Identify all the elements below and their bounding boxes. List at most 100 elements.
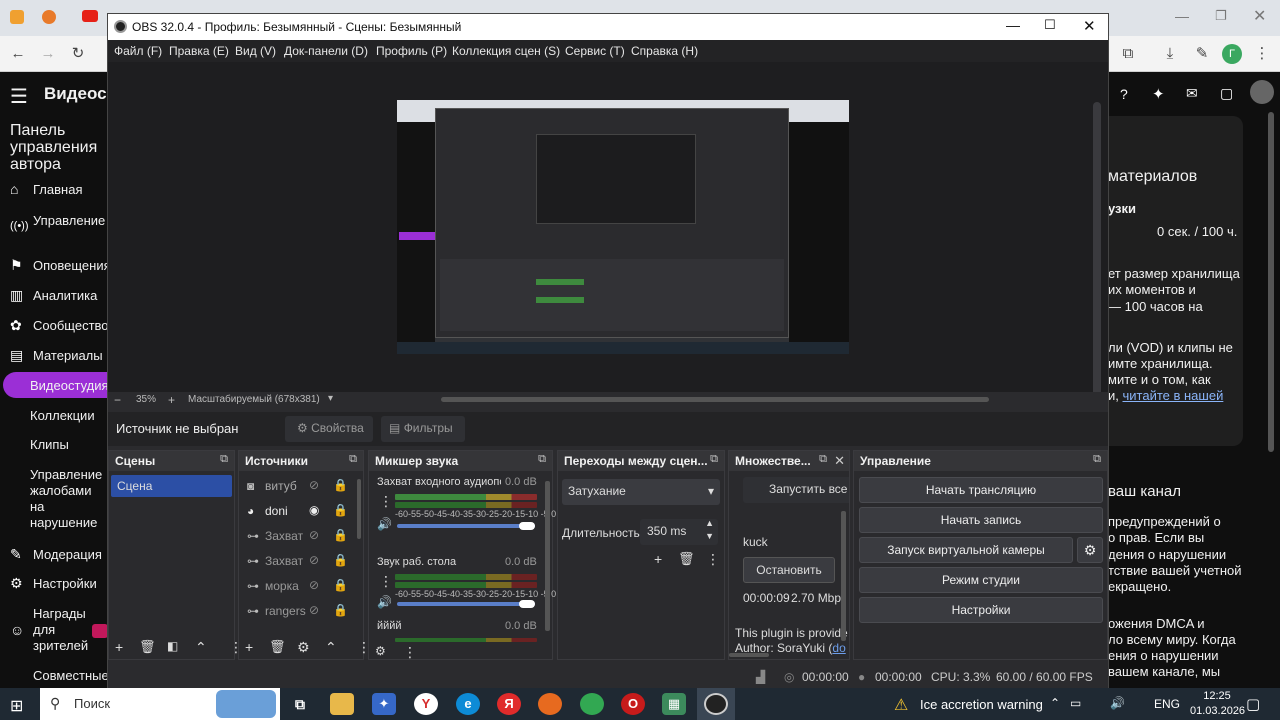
comment-icon[interactable]: ▢ [1220,85,1233,102]
add-icon[interactable]: + [245,639,253,655]
firefox-icon[interactable] [538,693,562,715]
undock-icon[interactable]: ⧉ [1093,453,1101,466]
yandex-icon[interactable]: Я [497,693,521,715]
start-all-button[interactable]: Запустить все [743,477,849,503]
volume-icon[interactable]: 🔊 [1110,696,1125,710]
lock-icon[interactable]: 🔒 [333,603,348,617]
settings-icon[interactable]: ⚙ [375,644,386,658]
nav-copyright[interactable]: Управление жалобами на нарушение авторск… [30,467,108,531]
calculator-icon[interactable]: ▦ [662,693,686,715]
zoom-in-icon[interactable]: + [168,393,175,407]
more-icon[interactable]: ⋮ [706,551,720,568]
undock-icon[interactable]: ⧉ [710,453,718,466]
close-icon[interactable]: ✕ [834,453,845,469]
hamburger-icon[interactable]: ☰ [10,84,28,109]
undock-icon[interactable]: ⧉ [349,453,357,466]
extensions-icon[interactable]: ⧉ [1118,44,1138,64]
source-item[interactable]: Захват [265,554,303,568]
speaker-icon[interactable]: 🔊 [377,517,392,531]
volume-knob[interactable] [519,522,535,530]
filter-icon[interactable]: ◧ [167,639,178,653]
spin-up-icon[interactable]: ▲ [705,518,714,528]
nav-settings[interactable]: Настройки [33,576,97,591]
chrome-icon[interactable] [580,693,604,715]
nav-moderation[interactable]: Модерация [33,547,102,562]
studio-mode-button[interactable]: Режим студии [859,567,1103,593]
chevron-down-icon[interactable]: ▾ [328,393,333,404]
clock-time[interactable]: 12:25 [1196,690,1238,702]
eye-hidden-icon[interactable]: ⊘ [309,603,319,617]
more-icon[interactable]: ⋮ [379,573,393,590]
help-icon[interactable]: ? [1120,86,1128,102]
nav-clips[interactable]: Клипы [30,437,69,452]
nav-home[interactable]: Главная [33,182,82,197]
close-icon[interactable]: ✕ [1083,17,1096,35]
zoom-out-icon[interactable]: − [114,393,121,407]
volume-slider[interactable] [397,524,535,528]
nav-alerts[interactable]: Оповещения [33,258,111,273]
language[interactable]: ENG [1154,697,1180,711]
edit-icon[interactable]: ✎ [1192,44,1212,64]
eye-hidden-icon[interactable]: ⊘ [309,528,319,542]
weather-warning[interactable]: Ice accretion warning [920,697,1043,712]
avatar[interactable] [1250,80,1274,104]
nav-studio[interactable]: Видеостудия [30,378,109,393]
mail-icon[interactable]: ✉ [1186,85,1198,102]
gear-icon[interactable]: ⚙ [297,639,310,656]
taskbar-search[interactable]: ⚲ Поиск [40,688,280,720]
app-icon[interactable]: ✦ [372,693,396,715]
menu-tools[interactable]: Сервис (T) [565,44,625,58]
source-item[interactable]: doni [265,504,288,518]
chevron-up-icon[interactable]: ⌃ [195,639,207,656]
profile-icon[interactable]: Г [1222,44,1242,64]
volume-slider[interactable] [397,602,535,606]
lock-icon[interactable]: 🔒 [333,578,348,592]
lock-icon[interactable]: 🔒 [333,553,348,567]
preview-scrollbar[interactable] [1093,102,1101,402]
explorer-icon[interactable] [330,693,354,715]
close-icon[interactable]: ✕ [1253,6,1266,26]
add-icon[interactable]: + [654,551,662,567]
mixer-scrollbar[interactable] [545,481,550,631]
virtual-camera-button[interactable]: Запуск виртуальной камеры [859,537,1073,563]
filters-button[interactable]: ▤ Фильтры [381,416,465,442]
scrollbar[interactable] [1268,112,1274,452]
preview-canvas[interactable] [397,100,849,354]
maximize-icon[interactable]: ❐ [1215,8,1227,24]
chevron-up-icon[interactable]: ⌃ [1050,696,1060,710]
nav-community[interactable]: Сообщество [33,318,109,333]
menu-file[interactable]: Файл (F) [114,44,162,58]
minimize-icon[interactable]: — [1175,8,1189,24]
trash-icon[interactable]: 🗑 [678,551,695,567]
maximize-icon[interactable]: ☐ [1044,17,1056,33]
start-streaming-button[interactable]: Начать трансляцию [859,477,1103,503]
menu-view[interactable]: Вид (V) [235,44,276,58]
clock-date[interactable]: 01.03.2026 [1190,705,1245,717]
nav-rewards[interactable]: Награды для зрителей [33,606,89,654]
menu-icon[interactable]: ⋮ [1252,44,1272,64]
duration-input[interactable]: 350 ms ▲ ▼ [640,518,718,545]
lock-icon[interactable]: 🔒 [333,503,348,517]
author-link[interactable]: do [832,641,845,655]
menu-scene-collection[interactable]: Коллекция сцен (S) [452,44,560,58]
sparkle-icon[interactable]: ✦ [1152,85,1165,103]
network-icon[interactable]: ▭ [1070,696,1081,710]
nav-collections[interactable]: Коллекции [30,408,95,423]
more-icon[interactable]: ⋮ [379,493,393,510]
more-icon[interactable]: ⋮ [403,644,417,661]
forward-icon[interactable]: → [38,44,58,64]
nav-materials[interactable]: Материалы [33,348,103,363]
windows-start-icon[interactable]: ⊞ [10,696,23,716]
chevron-up-icon[interactable]: ⌃ [325,639,337,656]
edge-icon[interactable]: e [456,693,480,715]
notifications-icon[interactable]: ▢ [1246,695,1260,713]
settings-button[interactable]: Настройки [859,597,1103,623]
nav-analytics[interactable]: Аналитика [33,288,97,303]
tab-favicon-icon[interactable] [10,10,24,24]
trash-icon[interactable]: 🗑 [139,639,156,655]
yandex-browser-icon[interactable]: Y [414,693,438,715]
download-icon[interactable]: ⤓ [1160,44,1180,64]
spin-down-icon[interactable]: ▼ [705,531,714,541]
start-recording-button[interactable]: Начать запись [859,507,1103,533]
properties-button[interactable]: ⚙ Свойства [285,416,373,442]
